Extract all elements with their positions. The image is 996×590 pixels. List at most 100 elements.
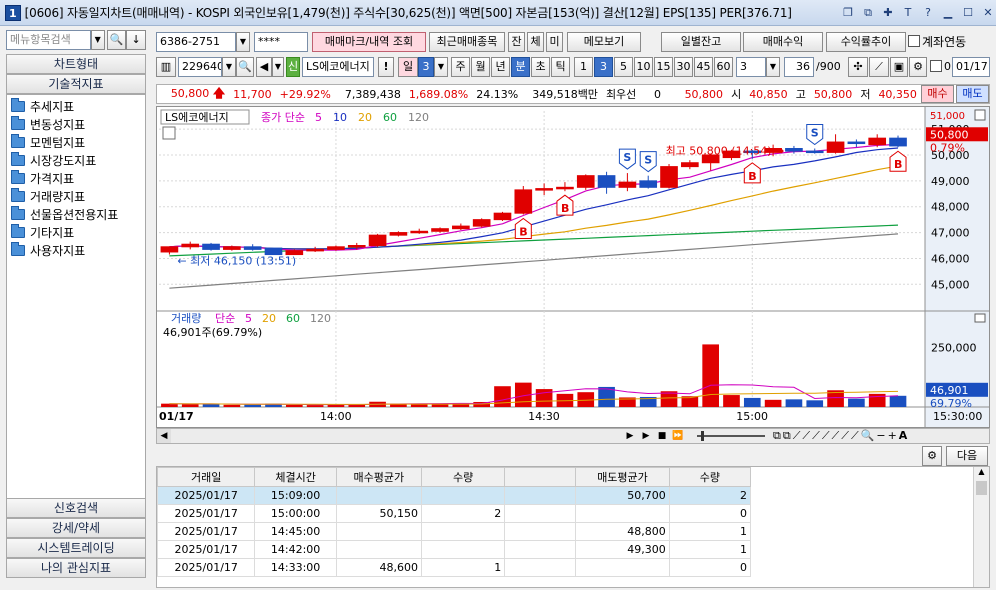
restore-icon[interactable]: ❐ — [840, 5, 856, 21]
help-icon[interactable]: ? — [920, 5, 936, 21]
table-row[interactable]: 2025/01/17 14:33:00 48,600 1 0 — [157, 558, 752, 577]
tree-item-market-strength[interactable]: 시장강도지표 — [7, 151, 145, 169]
tree-item-user[interactable]: 사용자지표 — [7, 241, 145, 259]
scroll-right-icon[interactable]: ▶ — [623, 429, 637, 443]
section-system-trading[interactable]: 시스템트레이딩 — [6, 538, 146, 558]
unexecuted-button[interactable]: 미 — [546, 32, 563, 52]
balance-button[interactable]: 잔 — [508, 32, 525, 52]
section-my-indicators[interactable]: 나의 관심지표 — [6, 558, 146, 578]
grid-scroll-thumb[interactable] — [976, 481, 987, 495]
memo-button[interactable]: 메모보기 — [567, 32, 641, 52]
copy-icon[interactable]: ⧉ — [860, 5, 876, 21]
trade-profit-button[interactable]: 매매수익 — [743, 32, 823, 52]
section-signal-search[interactable]: 신호검색 — [6, 498, 146, 518]
account-input[interactable]: 6386-2751 — [156, 32, 236, 52]
period-year-tab[interactable]: 년 — [491, 57, 510, 77]
interval-input[interactable]: 3 — [736, 57, 766, 77]
column-header[interactable]: 매도평균가 — [575, 467, 670, 487]
section-bull-bear[interactable]: 강세/약세 — [6, 518, 146, 538]
minute-10-button[interactable]: 10 — [634, 57, 653, 77]
arrow-down-icon[interactable]: ↓ — [126, 30, 147, 50]
column-header[interactable]: 체결시간 — [254, 467, 337, 487]
draw-extend-icon[interactable]: ⟋ — [851, 429, 859, 443]
next-button[interactable]: 다음 — [946, 446, 988, 466]
daily-balance-button[interactable]: 일별잔고 — [661, 32, 741, 52]
minute-60-button[interactable]: 60 — [714, 57, 733, 77]
buy-button[interactable]: 매수 — [920, 85, 954, 103]
fast-forward-icon[interactable]: ⏩ — [671, 429, 685, 443]
stock-code-input[interactable]: 229640 — [178, 57, 222, 77]
chart-area[interactable]: 51,00050,00049,00048,00047,00046,00045,0… — [156, 106, 990, 428]
section-chart-type[interactable]: 차트형태 — [6, 54, 146, 74]
minute-3-button[interactable]: 3 — [594, 57, 613, 77]
period-dropdown-icon[interactable]: ▼ — [434, 57, 448, 77]
close-icon[interactable]: ✕ — [980, 5, 996, 21]
text-tool-icon[interactable]: A — [899, 429, 908, 443]
minimize-icon[interactable]: ▁ — [940, 5, 956, 21]
save-icon[interactable]: ▣ — [890, 57, 908, 77]
section-tech-indicator[interactable]: 기술적지표 — [6, 74, 146, 94]
table-row[interactable]: 2025/01/17 14:42:00 49,300 1 — [157, 540, 752, 559]
return-trend-button[interactable]: 수익률추이 — [826, 32, 906, 52]
grid-scroll-up-icon[interactable]: ▲ — [974, 467, 989, 481]
zoom-out-icon[interactable]: − — [876, 429, 885, 443]
code-dropdown-icon[interactable]: ▼ — [222, 57, 236, 77]
tree-item-futures[interactable]: 선물옵션전용지표 — [7, 205, 145, 223]
column-header[interactable]: 수량 — [668, 467, 752, 487]
copy-chart-icon[interactable]: ⧉ — [773, 429, 781, 443]
column-header[interactable]: 매수평균가 — [335, 467, 422, 487]
play-icon[interactable]: ▶ — [639, 429, 653, 443]
period-second-tab[interactable]: 초 — [531, 57, 550, 77]
period-day-tab[interactable]: 일 — [398, 57, 418, 77]
table-row[interactable]: 2025/01/17 14:45:00 48,800 1 — [157, 522, 752, 541]
zoom-in-icon[interactable]: + — [888, 429, 897, 443]
minute-15-button[interactable]: 15 — [654, 57, 673, 77]
date-input[interactable]: 01/17 — [952, 57, 990, 77]
sell-button[interactable]: 매도 — [955, 85, 989, 103]
draw-ray-icon[interactable]: ⟋ — [812, 429, 820, 443]
table-row[interactable]: 2025/01/17 15:09:00 50,700 2 — [157, 486, 752, 505]
date-checkbox[interactable] — [930, 60, 942, 72]
executed-button[interactable]: 체 — [527, 32, 544, 52]
count-input[interactable]: 36 — [784, 57, 814, 77]
trade-mark-button[interactable]: 매매마크/내역 조회 — [312, 32, 426, 52]
zoom-slider[interactable] — [697, 435, 765, 437]
tree-item-volume[interactable]: 거래량지표 — [7, 187, 145, 205]
stock-search-icon[interactable]: 🔍 — [236, 57, 254, 77]
draw-fan-icon[interactable]: ⟋ — [832, 429, 840, 443]
minute-45-button[interactable]: 45 — [694, 57, 713, 77]
menu-search-input[interactable]: 메뉴항목검색 — [6, 30, 91, 50]
minute-1-button[interactable]: 1 — [574, 57, 593, 77]
sound-dropdown-icon[interactable]: ▼ — [272, 57, 284, 77]
tree-item-volatility[interactable]: 변동성지표 — [7, 115, 145, 133]
pin-icon[interactable]: ✚ — [880, 5, 896, 21]
zoom-icon[interactable]: 🔍 — [861, 429, 875, 443]
grid-scrollbar[interactable]: ▲ — [973, 467, 989, 587]
period-minute-tab[interactable]: 분 — [511, 57, 530, 77]
period-week-tab[interactable]: 주 — [451, 57, 470, 77]
period-month-tab[interactable]: 월 — [471, 57, 490, 77]
maximize-icon[interactable]: ☐ — [960, 5, 976, 21]
recent-trades-button[interactable]: 최근매매종목 — [429, 32, 505, 52]
draw-fib-icon[interactable]: ⟋ — [841, 429, 849, 443]
minute-5-button[interactable]: 5 — [614, 57, 633, 77]
minute-30-button[interactable]: 30 — [674, 57, 693, 77]
search-icon[interactable]: 🔍 — [106, 30, 127, 50]
font-icon[interactable]: T — [900, 5, 916, 21]
column-header[interactable]: 수량 — [420, 467, 506, 487]
stop-icon[interactable]: ■ — [655, 429, 669, 443]
candlestick-chart[interactable]: 51,00050,00049,00048,00047,00046,00045,0… — [157, 107, 989, 427]
password-input[interactable]: **** — [254, 32, 308, 52]
account-link-checkbox[interactable] — [908, 35, 920, 47]
period-tick-tab[interactable]: 틱 — [551, 57, 570, 77]
sound-icon[interactable]: ◀ — [256, 57, 272, 77]
line-tool-icon[interactable]: ⟋ — [869, 57, 889, 77]
warning-icon[interactable]: ! — [378, 57, 394, 77]
draw-trend-icon[interactable]: ⟋ — [802, 429, 810, 443]
period-number[interactable]: 3 — [418, 57, 434, 77]
draw-line-icon[interactable]: ⟋ — [793, 429, 801, 443]
zoom-slider-handle[interactable] — [701, 431, 704, 441]
chart-settings-icon[interactable]: ▥ — [156, 57, 176, 77]
grid-settings-icon[interactable]: ⚙ — [922, 446, 942, 466]
draw-channel-icon[interactable]: ⟋ — [822, 429, 830, 443]
